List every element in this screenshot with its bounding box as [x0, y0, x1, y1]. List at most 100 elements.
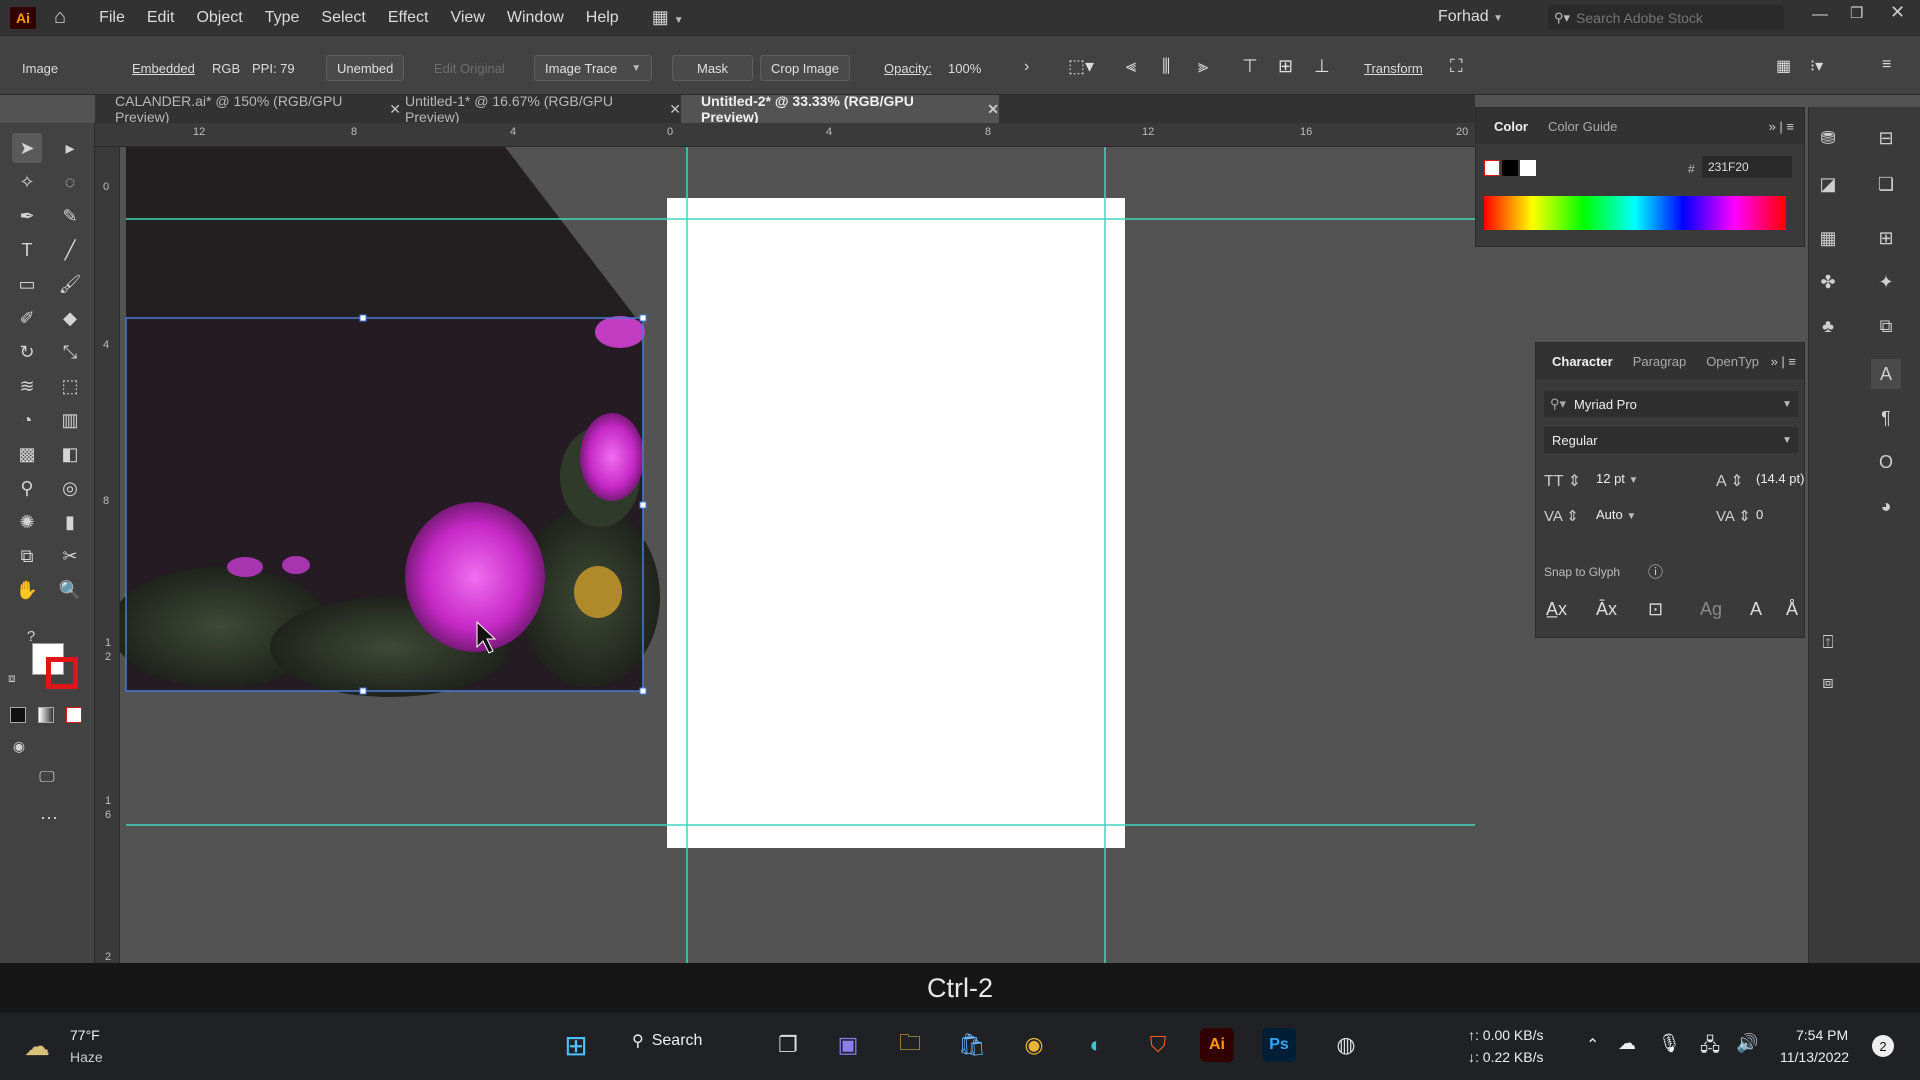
- stroke-swatch[interactable]: [46, 657, 78, 689]
- info-icon[interactable]: ⓘ: [1648, 561, 1663, 582]
- network-icon[interactable]: 🖧: [1700, 1033, 1720, 1063]
- expand-icon[interactable]: » | ≡: [1771, 354, 1796, 369]
- properties-icon[interactable]: ⊟: [1871, 123, 1901, 153]
- artwork-svg[interactable]: [120, 147, 1475, 963]
- close-icon[interactable]: ✕: [1890, 2, 1905, 23]
- menu-window[interactable]: Window: [507, 9, 564, 27]
- selection-handle[interactable]: [359, 687, 367, 695]
- selection-handle[interactable]: [639, 687, 647, 695]
- shape-builder-tool-icon[interactable]: ◔: [12, 405, 42, 435]
- clock-date[interactable]: 11/13/2022: [1780, 1049, 1849, 1065]
- gradient-panel-icon[interactable]: ◪: [1813, 169, 1843, 199]
- font-style-select[interactable]: Regular ▼: [1544, 427, 1798, 453]
- pen-tool-icon[interactable]: ✒: [12, 201, 42, 231]
- menu-type[interactable]: Type: [265, 9, 300, 27]
- symbols-icon[interactable]: ♣: [1813, 311, 1843, 341]
- chevron-up-icon[interactable]: ⌃: [1586, 1035, 1599, 1055]
- none-mode-icon[interactable]: [66, 707, 82, 723]
- libraries-icon[interactable]: ✦: [1871, 267, 1901, 297]
- font-family-select[interactable]: ⚲▾ Myriad Pro ▼: [1544, 391, 1798, 417]
- align-center-icon[interactable]: ⫼: [1162, 56, 1170, 77]
- brushes-icon[interactable]: ✤: [1813, 267, 1843, 297]
- microsoft-store-icon[interactable]: 🛍: [952, 1025, 992, 1065]
- tab-paragraph[interactable]: Paragrap: [1623, 354, 1696, 369]
- blend-tool-icon[interactable]: ◎: [55, 473, 85, 503]
- tab-untitled-1[interactable]: Untitled-1* @ 16.67% (RGB/GPU Preview) ✕: [385, 93, 681, 125]
- fill-stroke-swatch[interactable]: [32, 643, 80, 691]
- tab-untitled-2[interactable]: Untitled-2* @ 33.33% (RGB/GPU Preview) ✕: [681, 93, 999, 125]
- crop-image-button[interactable]: Crop Image: [760, 55, 850, 81]
- home-icon[interactable]: ⌂: [54, 6, 66, 29]
- selection-handle[interactable]: [359, 314, 367, 322]
- white-swatch[interactable]: [1520, 160, 1536, 176]
- stock-search-input[interactable]: [1576, 9, 1767, 26]
- selection-handle[interactable]: [639, 314, 647, 322]
- workspace-switcher[interactable]: Forhad ▼: [1438, 8, 1503, 26]
- chevron-right-icon[interactable]: ›: [1024, 58, 1029, 76]
- free-transform-tool-icon[interactable]: ⬚: [55, 371, 85, 401]
- tab-color-guide[interactable]: Color Guide: [1538, 119, 1627, 134]
- eyedropper-tool-icon[interactable]: ⚲: [12, 473, 42, 503]
- align-left-icon[interactable]: ⫷: [1126, 56, 1136, 77]
- gradient-mode-icon[interactable]: [38, 707, 54, 723]
- menu-help[interactable]: Help: [586, 9, 619, 27]
- transform-button[interactable]: Transform: [1364, 61, 1423, 76]
- weather-temp[interactable]: 77°F: [70, 1027, 100, 1043]
- align-top-icon[interactable]: ⊤: [1242, 56, 1258, 77]
- mesh-tool-icon[interactable]: ▩: [12, 439, 42, 469]
- canvas-area[interactable]: [120, 147, 1475, 963]
- opentype-panel-icon[interactable]: O: [1871, 447, 1901, 477]
- tab-calander[interactable]: CALANDER.ai* @ 150% (RGB/GPU Preview) ✕: [95, 93, 401, 125]
- taskbar-search[interactable]: ⚲ Search: [632, 1031, 702, 1051]
- image-trace-button[interactable]: Image Trace ▼: [534, 55, 653, 81]
- selection-tool-icon[interactable]: ➤: [12, 133, 42, 163]
- opacity-field[interactable]: 100%: [948, 61, 981, 76]
- illustrator-taskbar-icon[interactable]: Ai: [1200, 1028, 1234, 1062]
- slice-tool-icon[interactable]: ✂: [55, 541, 85, 571]
- menu-view[interactable]: View: [450, 9, 484, 27]
- symbol-sprayer-tool-icon[interactable]: ✺: [12, 507, 42, 537]
- tracking-field[interactable]: 0: [1752, 503, 1800, 527]
- paragraph-panel-icon[interactable]: ¶: [1871, 403, 1901, 433]
- selection-handle[interactable]: [639, 501, 647, 509]
- transform-icon[interactable]: ⬚▾: [1068, 56, 1094, 77]
- restore-icon[interactable]: ❐: [1850, 4, 1863, 22]
- chat-icon[interactable]: ▣: [828, 1025, 868, 1065]
- align-bottom-icon[interactable]: ⊥: [1314, 56, 1330, 77]
- menu-icon[interactable]: ≡: [1882, 56, 1891, 74]
- edge-icon[interactable]: ◐: [1076, 1025, 1116, 1065]
- start-button-icon[interactable]: ⊞: [556, 1025, 596, 1065]
- kerning-field[interactable]: Auto ▼: [1592, 503, 1664, 527]
- line-tool-icon[interactable]: ╱: [55, 235, 85, 265]
- mask-button[interactable]: Mask: [672, 55, 754, 81]
- zoom-tool-icon[interactable]: 🔍: [55, 575, 85, 605]
- menu-edit[interactable]: Edit: [147, 9, 175, 27]
- task-view-icon[interactable]: ❐: [768, 1025, 808, 1065]
- snap-anchor-icon[interactable]: Å: [1786, 599, 1798, 620]
- weather-icon[interactable]: ☁: [24, 1031, 50, 1062]
- draw-mode-icon[interactable]: ◉: [4, 731, 34, 761]
- hex-input[interactable]: 231F20: [1702, 156, 1792, 178]
- rotate-tool-icon[interactable]: ↻: [12, 337, 42, 367]
- color-spectrum[interactable]: [1484, 196, 1786, 230]
- transform-panel-icon[interactable]: ⧉: [1871, 311, 1901, 341]
- appearance-icon[interactable]: ⛃: [1813, 123, 1843, 153]
- close-tab-icon[interactable]: ✕: [669, 101, 681, 118]
- arrange-documents-icon[interactable]: ▦ ▼: [652, 7, 684, 28]
- embedded-link[interactable]: Embedded: [132, 61, 195, 76]
- scale-tool-icon[interactable]: ⤡: [55, 337, 85, 367]
- color-theme-icon[interactable]: ◕: [1871, 491, 1901, 521]
- menu-object[interactable]: Object: [196, 9, 242, 27]
- tab-color[interactable]: Color: [1484, 119, 1538, 134]
- snap-proximity-icon[interactable]: Ag: [1700, 599, 1722, 620]
- gradient-tool-icon[interactable]: ◧: [55, 439, 85, 469]
- black-swatch[interactable]: [1502, 160, 1518, 176]
- file-explorer-icon[interactable]: 🗀: [890, 1025, 930, 1065]
- arrange-icon[interactable]: ▦: [1776, 56, 1791, 76]
- stock-search[interactable]: ⚲▾: [1548, 5, 1784, 30]
- snap-baseline-icon[interactable]: A̲x: [1546, 599, 1567, 620]
- eraser-tool-icon[interactable]: ◆: [55, 303, 85, 333]
- snap-glyph-bounds-icon[interactable]: ⊡: [1648, 599, 1663, 620]
- clock-time[interactable]: 7:54 PM: [1796, 1027, 1848, 1043]
- tab-opentype[interactable]: OpenTyp: [1696, 354, 1769, 369]
